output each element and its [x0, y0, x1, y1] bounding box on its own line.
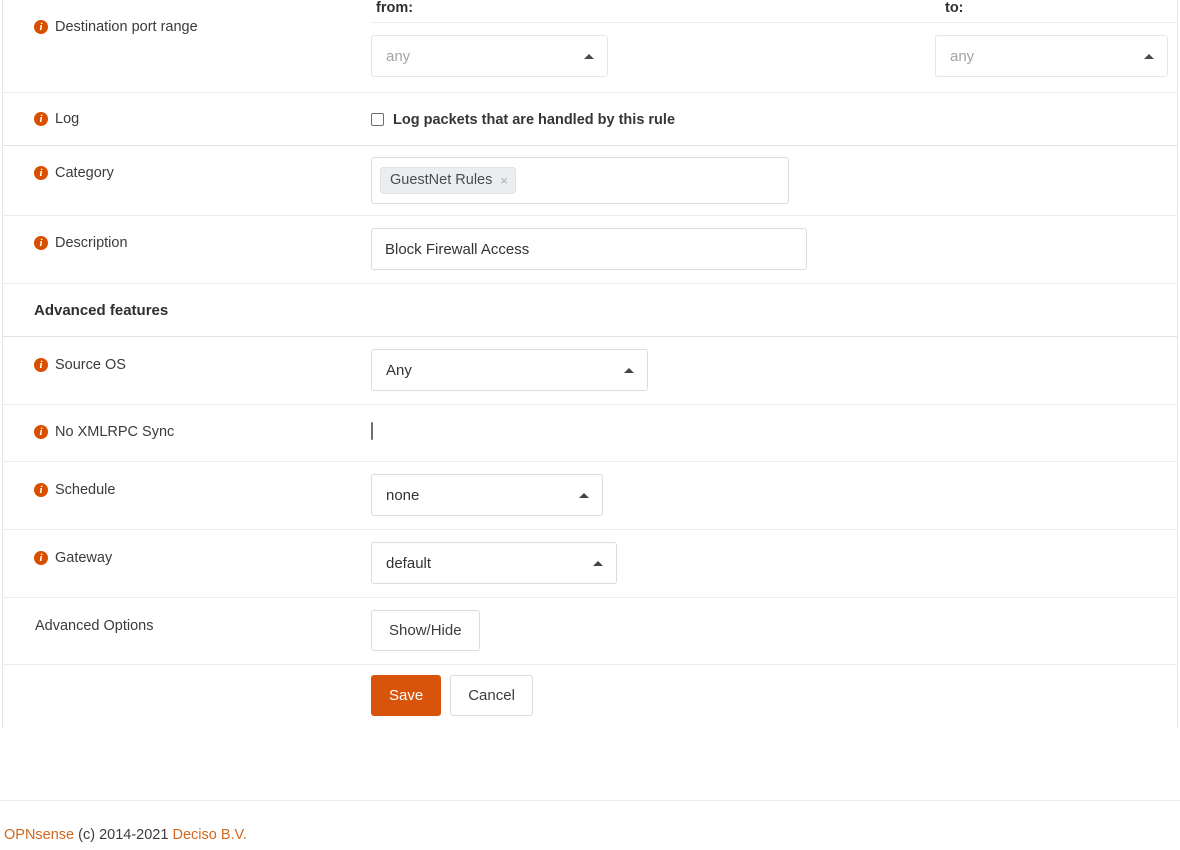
info-icon[interactable]: i [34, 20, 48, 34]
advanced-options-label: Advanced Options [35, 616, 154, 636]
no-xmlrpc-sync-checkbox[interactable] [371, 422, 373, 440]
rule-form-panel: i Destination port range from: to: any [2, 0, 1178, 729]
schedule-field-cell: none [371, 462, 1177, 529]
row-no-xmlrpc-sync: i No XMLRPC Sync [3, 405, 1177, 462]
source-os-label: Source OS [55, 355, 126, 375]
caret-up-icon [593, 561, 603, 566]
form-action-buttons: Save Cancel [371, 665, 1177, 729]
no-xmlrpc-sync-label: No XMLRPC Sync [55, 422, 174, 442]
row-advanced-options: Advanced Options Show/Hide [3, 598, 1177, 665]
caret-up-icon [1144, 54, 1154, 59]
schedule-value: none [386, 487, 419, 504]
destination-port-range-field-cell: from: to: any any [371, 0, 1177, 92]
destination-port-range-label-cell: i Destination port range [3, 0, 371, 37]
category-tag[interactable]: GuestNet Rules × [380, 167, 516, 194]
info-icon[interactable]: i [34, 236, 48, 250]
schedule-label: Schedule [55, 480, 115, 500]
info-icon[interactable]: i [34, 358, 48, 372]
row-advanced-features-heading: Advanced features [3, 284, 1177, 337]
close-icon[interactable]: × [500, 174, 508, 187]
advanced-features-heading: Advanced features [3, 284, 168, 336]
log-packets-checkbox[interactable] [371, 113, 384, 126]
deciso-link[interactable]: Deciso B.V. [172, 827, 246, 843]
gateway-field-cell: default [371, 530, 1177, 597]
page-footer: OPNsense (c) 2014-2021 Deciso B.V. [0, 800, 1180, 843]
info-icon[interactable]: i [34, 425, 48, 439]
row-form-actions: Save Cancel [3, 665, 1177, 729]
info-icon[interactable]: i [34, 112, 48, 126]
source-os-label-cell: i Source OS [3, 337, 371, 375]
destination-port-from-value: any [386, 48, 410, 65]
destination-port-to-select[interactable]: any [935, 35, 1168, 77]
log-label-cell: i Log [3, 93, 371, 129]
cancel-button[interactable]: Cancel [450, 675, 533, 716]
save-button[interactable]: Save [371, 675, 441, 716]
category-field-cell: GuestNet Rules × [371, 146, 1177, 215]
destination-port-to-value: any [950, 48, 974, 65]
gateway-value: default [386, 555, 431, 572]
description-input[interactable] [371, 228, 807, 270]
schedule-label-cell: i Schedule [3, 462, 371, 500]
port-from-heading: from: [371, 0, 940, 16]
port-range-headers: from: to: [371, 0, 1177, 23]
no-xmlrpc-sync-label-cell: i No XMLRPC Sync [3, 405, 371, 442]
row-category: i Category GuestNet Rules × [3, 146, 1177, 216]
port-range-selects: any any [371, 23, 1177, 92]
advanced-options-field-cell: Show/Hide [371, 598, 1177, 664]
port-to-heading: to: [940, 0, 964, 16]
info-icon[interactable]: i [34, 551, 48, 565]
log-field-cell: Log packets that are handled by this rul… [371, 93, 1177, 145]
firewall-rule-edit-page: i Destination port range from: to: any [0, 0, 1180, 850]
gateway-select[interactable]: default [371, 542, 617, 584]
source-os-field-cell: Any [371, 337, 1177, 404]
actions-field-cell: Save Cancel [371, 665, 1177, 729]
log-checkbox-line: Log packets that are handled by this rul… [371, 108, 1177, 133]
show-hide-advanced-options-button[interactable]: Show/Hide [371, 610, 480, 651]
info-icon[interactable]: i [34, 166, 48, 180]
destination-port-range-label: Destination port range [55, 17, 198, 37]
no-xmlrpc-sync-field-cell [371, 405, 1177, 461]
description-field-cell [371, 216, 1177, 283]
category-label: Category [55, 163, 114, 183]
caret-up-icon [624, 368, 634, 373]
category-tag-input[interactable]: GuestNet Rules × [371, 157, 789, 204]
row-schedule: i Schedule none [3, 462, 1177, 530]
source-os-value: Any [386, 362, 412, 379]
log-label: Log [55, 109, 79, 129]
row-description: i Description [3, 216, 1177, 284]
description-label: Description [55, 233, 128, 253]
caret-up-icon [584, 54, 594, 59]
footer-copyright-text: (c) 2014-2021 [74, 827, 172, 843]
row-source-os: i Source OS Any [3, 337, 1177, 405]
description-label-cell: i Description [3, 216, 371, 253]
port-to-wrap: any [935, 35, 1168, 77]
row-log: i Log Log packets that are handled by th… [3, 93, 1177, 146]
row-destination-port-range: i Destination port range from: to: any [3, 0, 1177, 93]
row-gateway: i Gateway default [3, 530, 1177, 598]
category-label-cell: i Category [3, 146, 371, 183]
category-tag-label: GuestNet Rules [390, 171, 492, 190]
destination-port-from-select[interactable]: any [371, 35, 608, 77]
advanced-options-label-cell: Advanced Options [3, 598, 371, 636]
gateway-label-cell: i Gateway [3, 530, 371, 568]
gateway-label: Gateway [55, 548, 112, 568]
schedule-select[interactable]: none [371, 474, 603, 516]
log-packets-checkbox-label[interactable]: Log packets that are handled by this rul… [393, 112, 675, 128]
source-os-select[interactable]: Any [371, 349, 648, 391]
caret-up-icon [579, 493, 589, 498]
opnsense-link[interactable]: OPNsense [4, 827, 74, 843]
info-icon[interactable]: i [34, 483, 48, 497]
port-from-wrap: any [371, 35, 935, 77]
